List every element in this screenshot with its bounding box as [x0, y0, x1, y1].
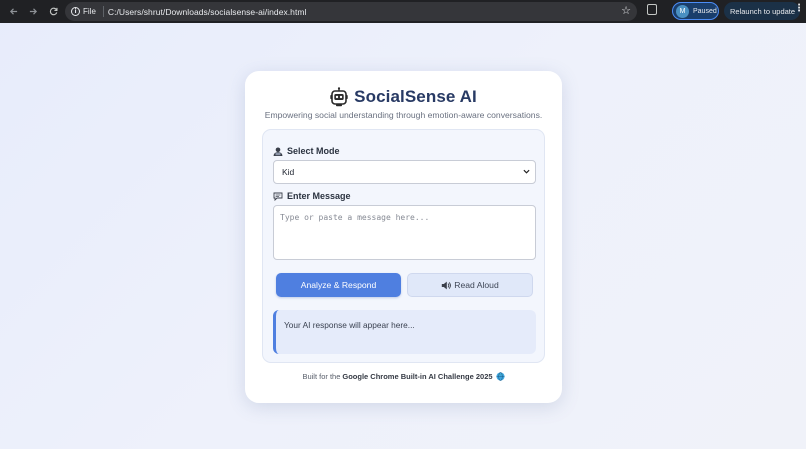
chevron-down-icon: [523, 169, 530, 174]
reload-icon: [49, 7, 58, 16]
speaker-icon: [442, 281, 452, 289]
message-label: Enter Message: [287, 191, 351, 201]
url-text[interactable]: C:/Users/shrut/Downloads/socialsense-ai/…: [108, 7, 307, 17]
omnibox-divider: [102, 6, 104, 17]
footer-prefix: Built for the: [302, 372, 341, 381]
site-info-chip[interactable]: i File: [70, 4, 100, 19]
url-scheme-label: File: [83, 7, 96, 16]
reload-button[interactable]: [44, 3, 62, 21]
forward-arrow-icon: [29, 8, 37, 15]
analyze-respond-label: Analyze & Respond: [300, 280, 377, 290]
mode-select[interactable]: Kid: [273, 160, 536, 184]
speech-bubble-icon: [273, 192, 283, 201]
mode-label-row: Select Mode: [273, 146, 340, 156]
kebab-menu-icon[interactable]: ⋮: [794, 3, 804, 15]
read-aloud-button[interactable]: Read Aloud: [407, 273, 533, 297]
extensions-icon[interactable]: [647, 4, 657, 15]
profile-status: Paused: [693, 7, 717, 15]
back-button[interactable]: [4, 3, 22, 21]
person-icon: [273, 147, 283, 156]
star-icon[interactable]: ☆: [621, 4, 631, 17]
relaunch-label: Relaunch to update: [730, 6, 796, 16]
app-card: SocialSense AI Empowering social underst…: [245, 71, 562, 403]
footer: Built for the Google Chrome Built-in AI …: [245, 372, 562, 381]
back-arrow-icon: [9, 8, 17, 15]
browser-toolbar: i File C:/Users/shrut/Downloads/socialse…: [0, 0, 806, 23]
relaunch-button[interactable]: Relaunch to update: [724, 2, 800, 20]
footer-highlight: Google Chrome Built-in AI Challenge 2025: [342, 372, 493, 381]
info-icon: i: [71, 7, 80, 16]
input-panel: Select Mode Kid Enter Message Type or pa…: [262, 129, 545, 363]
forward-button[interactable]: [24, 3, 42, 21]
message-label-row: Enter Message: [273, 191, 351, 201]
page-title: SocialSense AI: [354, 87, 477, 106]
mode-select-value: Kid: [282, 167, 295, 177]
mode-label: Select Mode: [287, 146, 340, 156]
message-input[interactable]: Type or paste a message here...: [273, 205, 536, 260]
globe-icon: [495, 372, 505, 381]
response-box: Your AI response will appear here...: [273, 310, 536, 354]
header: SocialSense AI: [245, 86, 562, 108]
profile-button[interactable]: M Paused: [672, 2, 719, 20]
address-bar[interactable]: i File C:/Users/shrut/Downloads/socialse…: [65, 2, 637, 21]
page-subtitle: Empowering social understanding through …: [264, 110, 543, 120]
avatar: M: [676, 4, 689, 18]
read-aloud-label: Read Aloud: [454, 280, 499, 290]
analyze-respond-button[interactable]: Analyze & Respond: [276, 273, 401, 297]
robot-icon: [330, 87, 348, 107]
